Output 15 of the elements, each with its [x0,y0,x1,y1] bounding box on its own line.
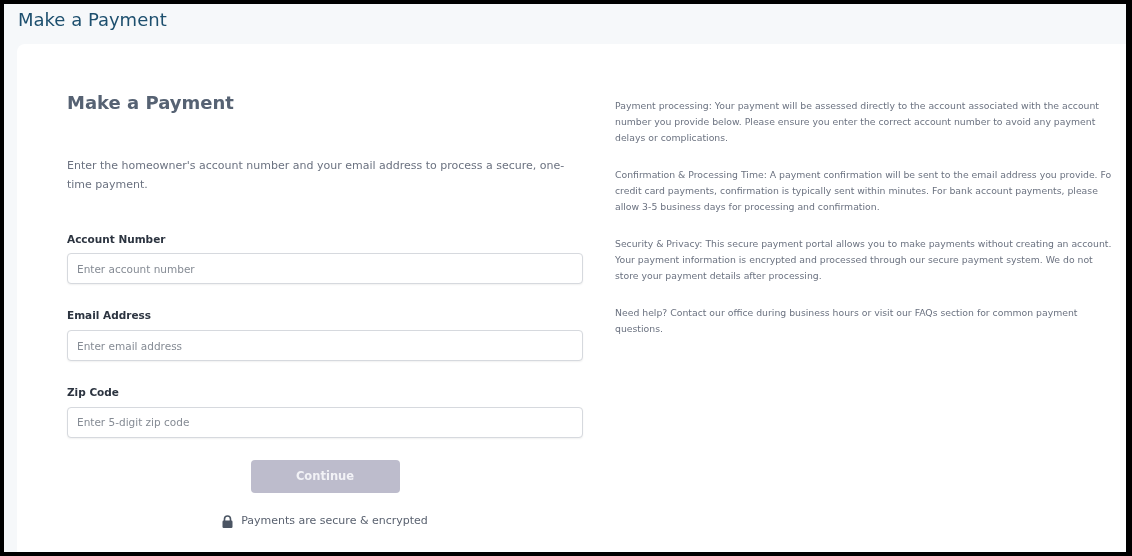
form-heading: Make a Payment [67,92,235,114]
info-paragraph: Confirmation & Processing Time: A payment confirmation will be sent to the email address you provide. Fo credit card payments, confirmation is typically sent within minutes. For bank account payments, please allow 3-5 business days for processing and confirmation. [615,168,1113,214]
field-label: Email Address [67,308,152,324]
info-paragraph: Security & Privacy: This secure payment portal allows you to make payments without creating an account. Your payment information is encrypted and processed through our secure payment system. We do not store your payment details after processing. [615,237,1113,283]
lock-icon [222,514,234,528]
page-title: Make a Payment [17,8,168,32]
input-field[interactable]: Enter 5-digit zip code [67,406,583,438]
field-label: Zip Code [67,385,120,401]
info-paragraph: Payment processing: Your payment will be assessed directly to the account associated with the account number you provide below. Please ensure you enter the correct account number to avoid any payment delays or complications. [615,99,1100,145]
field-label: Account Number [67,231,167,247]
input-field[interactable]: Enter account number [67,253,583,285]
form-description: Enter the homeowner's account number and your email address to process a secure, one-time payment. [67,157,566,193]
info-paragraph: Need help? Contact our office during business hours or visit our FAQs section for common payment questions. [615,306,1079,336]
input-field[interactable]: Enter email address [67,330,583,362]
security-note: Payments are secure & encrypted [241,512,428,529]
